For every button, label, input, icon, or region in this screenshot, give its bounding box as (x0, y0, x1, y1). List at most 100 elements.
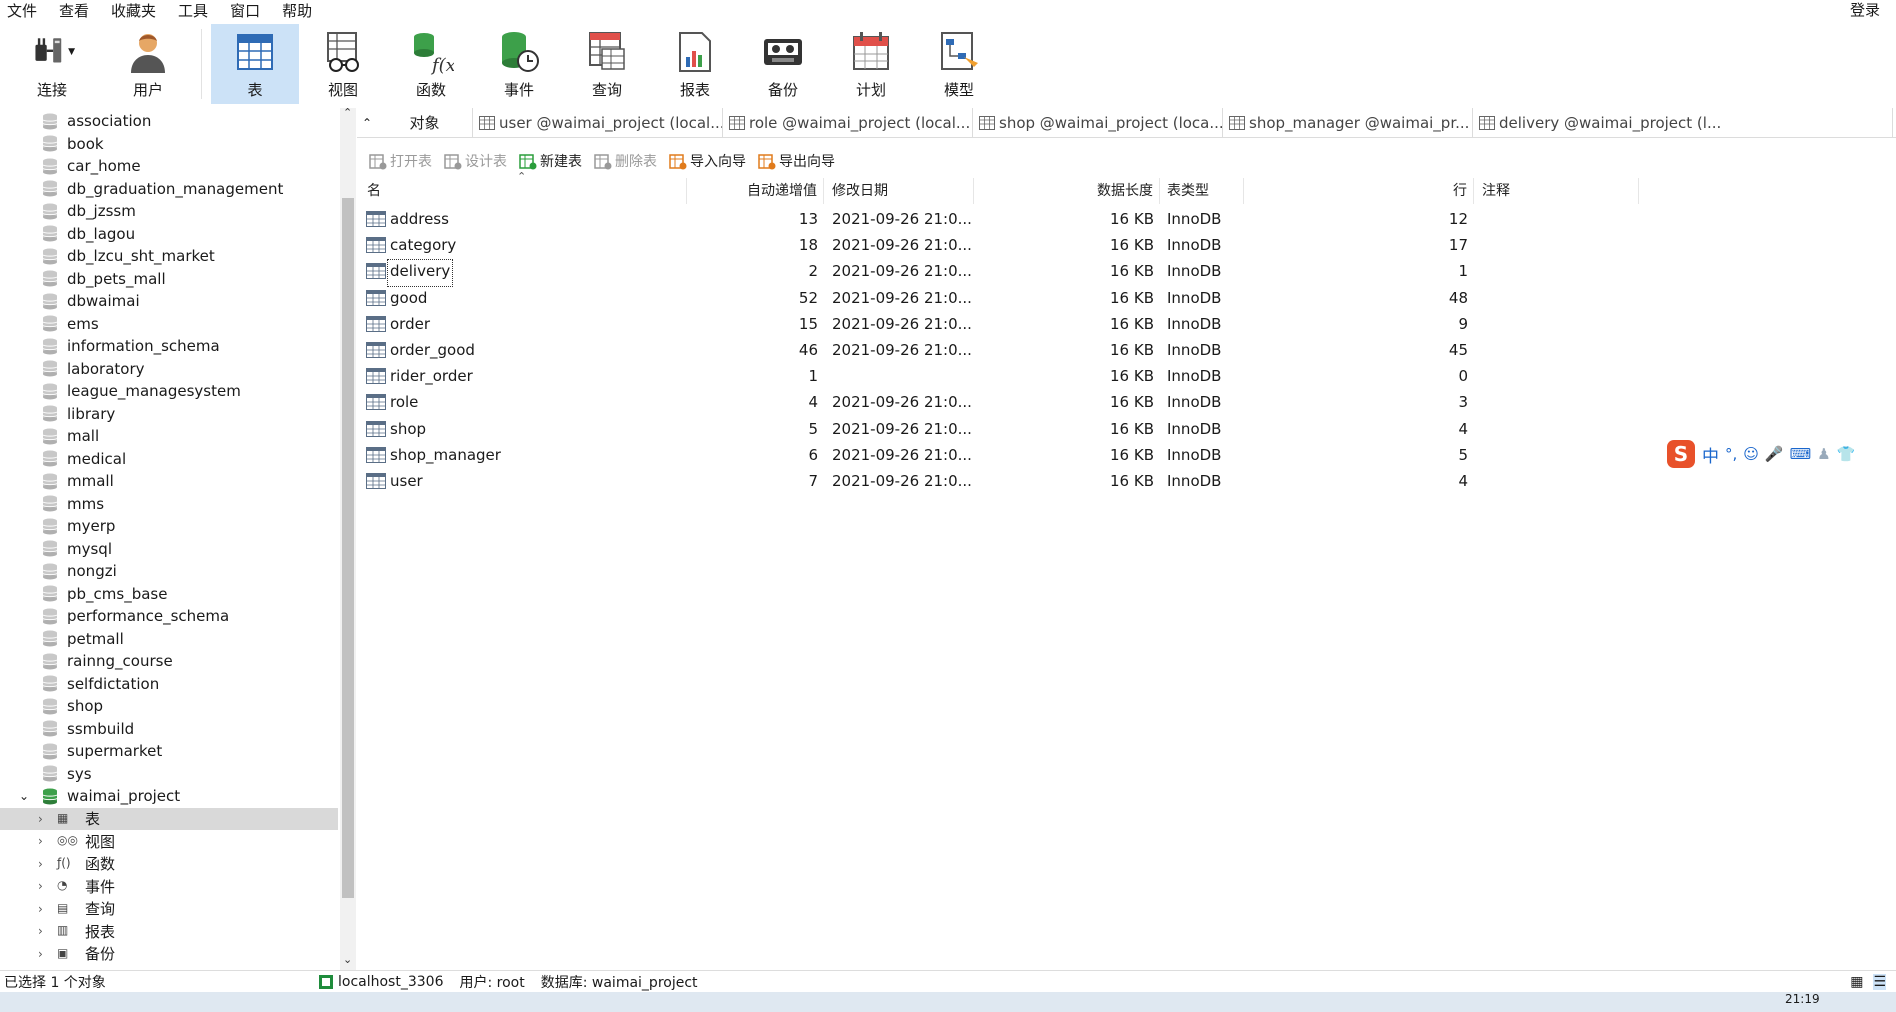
tree-item-database[interactable]: nongzi (0, 560, 338, 583)
action-new-table-button[interactable]: 新建表 (519, 151, 582, 171)
user-icon[interactable]: ♟ (1817, 445, 1830, 463)
collapse-icon[interactable]: ⌃ (357, 116, 377, 130)
tree-item-table[interactable]: › ▦ 表 (0, 807, 338, 830)
chevron-right-icon[interactable]: › (38, 947, 43, 961)
tree-item-database[interactable]: sys (0, 763, 338, 786)
table-row[interactable]: order_good 46 2021-09-26 21:0... 16 KB InnoD… (357, 337, 1657, 363)
tree-item-database[interactable]: mall (0, 425, 338, 448)
action-open-table-button[interactable]: 打开表 (369, 151, 432, 171)
emoji-icon[interactable]: ☺ (1743, 445, 1759, 463)
tree-item-database[interactable]: db_lagou (0, 223, 338, 246)
column-header[interactable]: 修改日期 (824, 178, 974, 204)
tree-item-database[interactable]: library (0, 403, 338, 426)
chevron-right-icon[interactable]: › (38, 834, 43, 848)
column-header[interactable]: 注释 (1474, 178, 1639, 204)
column-header[interactable]: 表类型 (1160, 178, 1244, 204)
toolbar-button-query[interactable]: 查询 (563, 24, 651, 104)
tree-item-database[interactable]: rainng_course (0, 650, 338, 673)
tree-item-query[interactable]: › ▤ 查询 (0, 898, 338, 921)
tree-item-view[interactable]: › ◎◎ 视图 (0, 830, 338, 853)
tab-table[interactable]: shop @waimai_project (loca... (973, 107, 1223, 138)
column-header[interactable]: 数据长度 (974, 178, 1160, 204)
ime-lang[interactable]: 中 (1702, 442, 1719, 467)
tree-item-report[interactable]: › ▥ 报表 (0, 920, 338, 943)
table-row[interactable]: role 4 2021-09-26 21:0... 16 KB InnoDB 3 (357, 389, 1657, 415)
table-row[interactable]: shop_manager 6 2021-09-26 21:0... 16 KB Inno… (357, 442, 1657, 468)
scrollbar-thumb[interactable] (342, 198, 354, 898)
toolbar-button-table[interactable]: 表 (211, 24, 299, 104)
tree-item-database[interactable]: association (0, 110, 338, 133)
toolbar-button-report[interactable]: 报表 (651, 24, 739, 104)
toolbar-button-backup[interactable]: 备份 (739, 24, 827, 104)
tree-item-database[interactable]: medical (0, 448, 338, 471)
table-row[interactable]: category 18 2021-09-26 21:0... 16 KB InnoDB 1… (357, 232, 1657, 258)
chevron-right-icon[interactable]: › (38, 879, 43, 893)
list-view-icon[interactable]: ☰ (1873, 973, 1886, 990)
menu-item-3[interactable]: 工具 (167, 0, 219, 22)
tab-table[interactable]: role @waimai_project (local... (723, 107, 973, 138)
skin-icon[interactable]: 👕 (1837, 445, 1856, 463)
toolbar-button-event[interactable]: 事件 (475, 24, 563, 104)
tab-table[interactable]: user @waimai_project (local... (473, 107, 723, 138)
tree-item-database[interactable]: league_managesystem (0, 380, 338, 403)
punct-icon[interactable]: °, (1725, 445, 1737, 463)
toolbar-button-user[interactable]: 用户 (104, 24, 192, 104)
action-design-table-button[interactable]: 设计表 (444, 151, 507, 171)
tree-item-database[interactable]: mmall (0, 470, 338, 493)
tree-item-open-database[interactable]: ⌄ waimai_project (0, 785, 338, 808)
tree-item-database[interactable]: mms (0, 493, 338, 516)
tree-item-database[interactable]: supermarket (0, 740, 338, 763)
keyboard-icon[interactable]: ⌨ (1790, 445, 1812, 463)
tree-item-database[interactable]: car_home (0, 155, 338, 178)
grid-view-icon[interactable]: ▦ (1850, 974, 1863, 990)
table-row[interactable]: shop 5 2021-09-26 21:0... 16 KB InnoDB 4 (357, 416, 1657, 442)
tab-table[interactable]: delivery @waimai_project (l... (1473, 107, 1893, 138)
tree-item-event[interactable]: › ◔ 事件 (0, 875, 338, 898)
tree-item-database[interactable]: db_pets_mall (0, 268, 338, 291)
table-row[interactable]: user 7 2021-09-26 21:0... 16 KB InnoDB 4 (357, 468, 1657, 494)
table-row[interactable]: order 15 2021-09-26 21:0... 16 KB InnoDB 9 (357, 311, 1657, 337)
menu-item-5[interactable]: 帮助 (271, 0, 323, 22)
table-row[interactable]: rider_order 1 16 KB InnoDB 0 (357, 363, 1657, 389)
toolbar-button-model[interactable]: 模型 (915, 24, 1003, 104)
login-link[interactable]: 登录 (1850, 0, 1880, 20)
action-delete-table-button[interactable]: 删除表 (594, 151, 657, 171)
column-header[interactable]: 自动递增值 (687, 178, 824, 204)
toolbar-button-connect[interactable]: ▼ 连接 (0, 24, 104, 104)
tree-item-database[interactable]: book (0, 133, 338, 156)
table-row[interactable]: good 52 2021-09-26 21:0... 16 KB InnoDB 48 (357, 285, 1657, 311)
menu-item-4[interactable]: 窗口 (219, 0, 271, 22)
toolbar-button-view[interactable]: 视图 (299, 24, 387, 104)
mic-icon[interactable]: 🎤 (1765, 445, 1784, 463)
tree-item-database[interactable]: db_graduation_management (0, 178, 338, 201)
table-row[interactable]: address 13 2021-09-26 21:0... 16 KB InnoDB 12 (357, 206, 1657, 232)
chevron-right-icon[interactable]: › (38, 857, 43, 871)
tree-item-database[interactable]: dbwaimai (0, 290, 338, 313)
chevron-right-icon[interactable]: › (38, 812, 43, 826)
tree-item-database[interactable]: laboratory (0, 358, 338, 381)
tree-item-database[interactable]: shop (0, 695, 338, 718)
action-export-wizard-button[interactable]: 导出向导 (758, 151, 835, 171)
menu-item-0[interactable]: 文件 (0, 0, 48, 22)
tree-item-database[interactable]: petmall (0, 628, 338, 651)
tab-objects[interactable]: 对象 (377, 107, 473, 138)
chevron-right-icon[interactable]: › (38, 902, 43, 916)
tree-scrollbar[interactable]: ⌃ ⌄ (340, 106, 356, 970)
tree-item-database[interactable]: db_jzssm (0, 200, 338, 223)
tree-item-database[interactable]: ssmbuild (0, 718, 338, 741)
table-row[interactable]: delivery 2 2021-09-26 21:0... 16 KB InnoDB 1 (357, 258, 1657, 288)
tree-item-database[interactable]: information_schema (0, 335, 338, 358)
toolbar-button-schedule[interactable]: 计划 (827, 24, 915, 104)
chevron-down-icon[interactable]: ⌄ (19, 789, 29, 803)
column-header[interactable]: 行 (1244, 178, 1474, 204)
tree-item-database[interactable]: performance_schema (0, 605, 338, 628)
tree-item-database[interactable]: mysql (0, 538, 338, 561)
tree-item-database[interactable]: db_lzcu_sht_market (0, 245, 338, 268)
chevron-right-icon[interactable]: › (38, 924, 43, 938)
toolbar-button-function[interactable]: f(x) 函数 (387, 24, 475, 104)
scroll-up-icon[interactable]: ⌃ (343, 106, 352, 119)
menu-item-1[interactable]: 查看 (48, 0, 100, 22)
tab-table[interactable]: shop_manager @waimai_pr... (1223, 107, 1473, 138)
tree-item-database[interactable]: ems (0, 313, 338, 336)
menu-item-2[interactable]: 收藏夹 (100, 0, 167, 22)
